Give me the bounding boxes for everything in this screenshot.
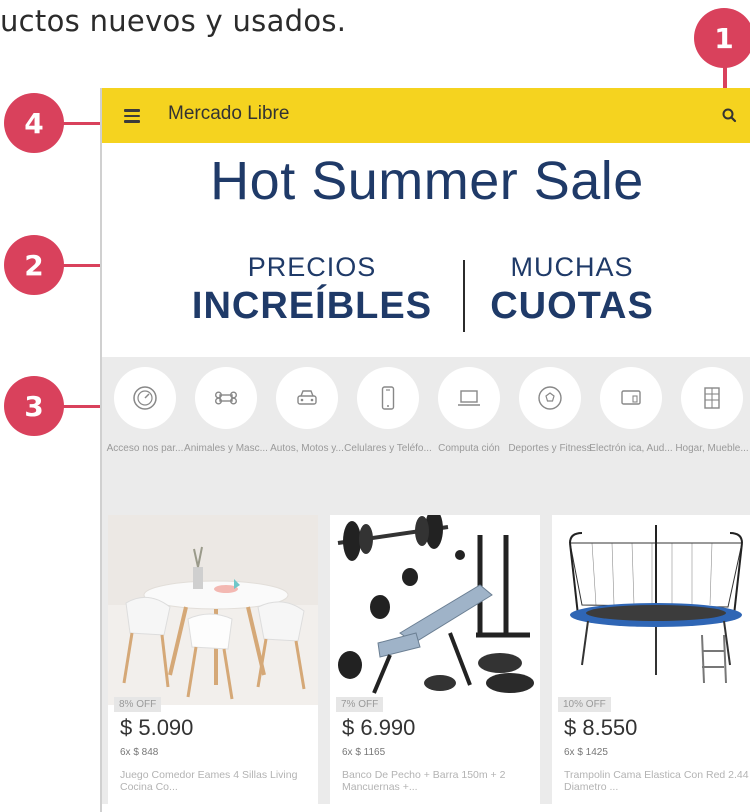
category-label: Animales y Masc... xyxy=(184,443,268,454)
laptop-icon xyxy=(438,367,500,429)
category-label: Hogar, Mueble... xyxy=(675,443,749,454)
hero-right-big: CUOTAS xyxy=(490,285,654,327)
discount-badge: 7% OFF xyxy=(336,697,384,712)
hero-left-block: PRECIOS INCREÍBLES xyxy=(167,251,457,329)
category-label: Computa ción xyxy=(438,443,500,454)
product-card[interactable]: 8% OFF $ 5.090 6x $ 848 Juego Comedor Ea… xyxy=(108,515,318,812)
category-item[interactable]: Computa ción xyxy=(424,367,514,455)
phone-screen: Mercado Libre Hot Summer Sale PRECIOS IN… xyxy=(100,88,750,812)
category-item[interactable]: Hogar, Mueble... xyxy=(667,367,750,455)
trampoline-image xyxy=(552,515,750,705)
product-price: $ 8.550 xyxy=(564,715,638,740)
product-card[interactable]: 7% OFF $ 6.990 6x $ 1165 Banco De Pecho … xyxy=(330,515,540,812)
annotation-badge-4: 4 xyxy=(4,93,64,153)
product-installments: 6x $ 1165 xyxy=(342,747,386,758)
category-item[interactable]: Electrón ica, Aud... xyxy=(586,367,676,455)
category-row: Acceso nos par... Animales y Masc... Aut… xyxy=(102,357,750,487)
car-icon xyxy=(276,367,338,429)
category-item[interactable]: Autos, Motos y... xyxy=(262,367,352,455)
category-label: Autos, Motos y... xyxy=(270,443,344,454)
category-label: Celulares y Teléfo... xyxy=(344,443,432,454)
product-title: Juego Comedor Eames 4 Sillas Living Coci… xyxy=(120,769,298,793)
hero-right-block: MUCHAS CUOTAS xyxy=(472,251,672,329)
hero-title: Hot Summer Sale xyxy=(210,151,644,211)
cabinet-icon xyxy=(681,367,743,429)
annotation-badge-2: 2 xyxy=(4,235,64,295)
product-installments: 6x $ 1425 xyxy=(564,747,608,758)
connector-2 xyxy=(62,264,102,267)
product-installments: 6x $ 848 xyxy=(120,747,159,758)
category-label: Electrón ica, Aud... xyxy=(589,443,673,454)
weight-bench-image xyxy=(330,515,540,705)
hero-left-small: PRECIOS xyxy=(247,252,377,282)
top-bar: Mercado Libre xyxy=(102,88,750,143)
phone-icon xyxy=(357,367,419,429)
caption-text: uctos nuevos y usados. xyxy=(0,4,347,38)
hero-left-big: INCREÍBLES xyxy=(191,285,433,327)
dining-set-image xyxy=(108,515,318,705)
category-item[interactable]: Animales y Masc... xyxy=(181,367,271,455)
menu-icon[interactable] xyxy=(124,109,140,123)
product-title: Banco De Pecho + Barra 150m + 2 Mancuern… xyxy=(342,769,506,793)
brand-title[interactable]: Mercado Libre xyxy=(168,103,289,125)
discount-badge: 8% OFF xyxy=(114,697,162,712)
connector-3 xyxy=(62,405,102,408)
product-price: $ 5.090 xyxy=(120,715,194,740)
category-item[interactable]: Celulares y Teléfo... xyxy=(343,367,433,455)
product-title: Trampolin Cama Elastica Con Red 2.44 Dia… xyxy=(564,769,749,793)
category-item[interactable]: Deportes y Fitness xyxy=(505,367,595,455)
speedometer-icon xyxy=(114,367,176,429)
annotation-badge-3: 3 xyxy=(4,376,64,436)
hero-divider xyxy=(463,260,465,332)
hero-right-small: MUCHAS xyxy=(510,252,634,282)
bone-icon xyxy=(195,367,257,429)
annotation-badge-1: 1 xyxy=(694,8,750,68)
discount-badge: 10% OFF xyxy=(558,697,611,712)
category-label: Acceso nos par... xyxy=(106,443,184,454)
tv-icon xyxy=(600,367,662,429)
product-price: $ 6.990 xyxy=(342,715,416,740)
soccer-ball-icon xyxy=(519,367,581,429)
category-label: Deportes y Fitness xyxy=(508,443,592,454)
search-icon[interactable] xyxy=(719,105,741,127)
product-list: 8% OFF $ 5.090 6x $ 848 Juego Comedor Ea… xyxy=(102,497,750,812)
category-item[interactable]: Acceso nos par... xyxy=(102,367,190,455)
connector-4 xyxy=(62,122,102,125)
content-area: Acceso nos par... Animales y Masc... Aut… xyxy=(102,357,750,812)
product-card[interactable]: 10% OFF $ 8.550 6x $ 1425 Trampolin Cama… xyxy=(552,515,750,812)
